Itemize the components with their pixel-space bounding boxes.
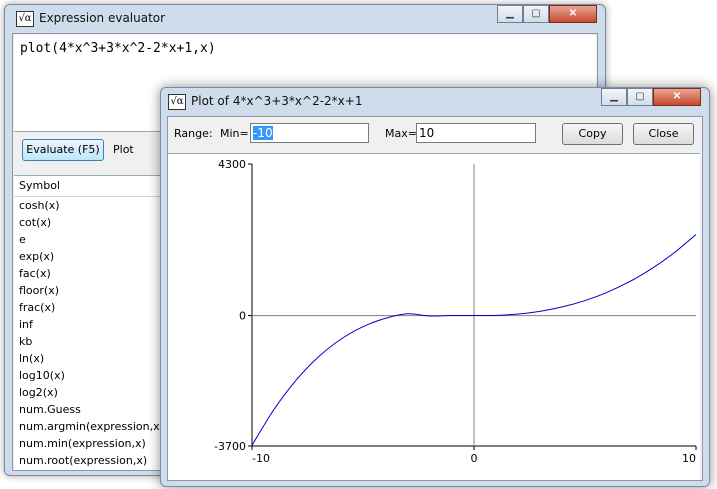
- evaluate-button[interactable]: Evaluate (F5): [22, 139, 104, 161]
- y-tick-label: 4300: [218, 158, 246, 171]
- function-plot: -3700 0 4300 -10 0 10: [214, 158, 697, 465]
- max-input[interactable]: 10: [416, 123, 536, 143]
- plot-client: Range: Min= -10 Max= 10 Copy Close -3700…: [167, 116, 703, 481]
- range-label: Range:: [174, 127, 213, 140]
- plot-window: √α Plot of 4*x^3+3*x^2-2*x+1 ▁ ▢ ✕ Range…: [160, 87, 710, 487]
- minimize-button[interactable]: ▁: [497, 5, 523, 23]
- min-label: Min=: [220, 127, 249, 140]
- plot-title: Plot of 4*x^3+3*x^2-2*x+1: [191, 94, 363, 108]
- maximize-button[interactable]: ▢: [523, 5, 549, 23]
- plot-maximize-button[interactable]: ▢: [627, 88, 653, 106]
- plot-close-button[interactable]: ✕: [653, 88, 701, 106]
- min-input[interactable]: -10: [250, 123, 369, 143]
- evaluator-titlebar[interactable]: √α Expression evaluator ▁ ▢ ✕: [5, 5, 605, 31]
- close-button[interactable]: ✕: [549, 5, 597, 23]
- min-value: -10: [253, 126, 273, 140]
- max-label: Max=: [385, 127, 417, 140]
- sqrt-alpha-icon: √α: [168, 94, 186, 110]
- close-icon: ✕: [672, 91, 682, 102]
- copy-button[interactable]: Copy: [562, 123, 623, 145]
- minimize-icon: ▁: [610, 91, 618, 102]
- close-icon: ✕: [568, 8, 578, 19]
- plot-titlebar[interactable]: √α Plot of 4*x^3+3*x^2-2*x+1 ▁ ▢ ✕: [161, 88, 709, 114]
- y-tick-label: -3700: [214, 440, 246, 453]
- x-tick-label: 10: [682, 452, 696, 465]
- expression-text: plot(4*x^3+3*x^2-2*x+1,x): [20, 41, 216, 56]
- evaluator-title: Expression evaluator: [39, 11, 166, 25]
- x-tick-label: 0: [471, 452, 478, 465]
- y-tick-label: 0: [239, 310, 246, 323]
- plot-tab[interactable]: Plot: [113, 143, 134, 156]
- minimize-icon: ▁: [506, 8, 514, 19]
- plot-minimize-button[interactable]: ▁: [601, 88, 627, 106]
- close-plot-button[interactable]: Close: [633, 123, 694, 145]
- maximize-icon: ▢: [531, 8, 541, 19]
- maximize-icon: ▢: [635, 91, 645, 102]
- x-tick-label: -10: [252, 452, 270, 465]
- plot-area: -3700 0 4300 -10 0 10: [168, 153, 700, 480]
- sqrt-alpha-icon: √α: [16, 11, 34, 27]
